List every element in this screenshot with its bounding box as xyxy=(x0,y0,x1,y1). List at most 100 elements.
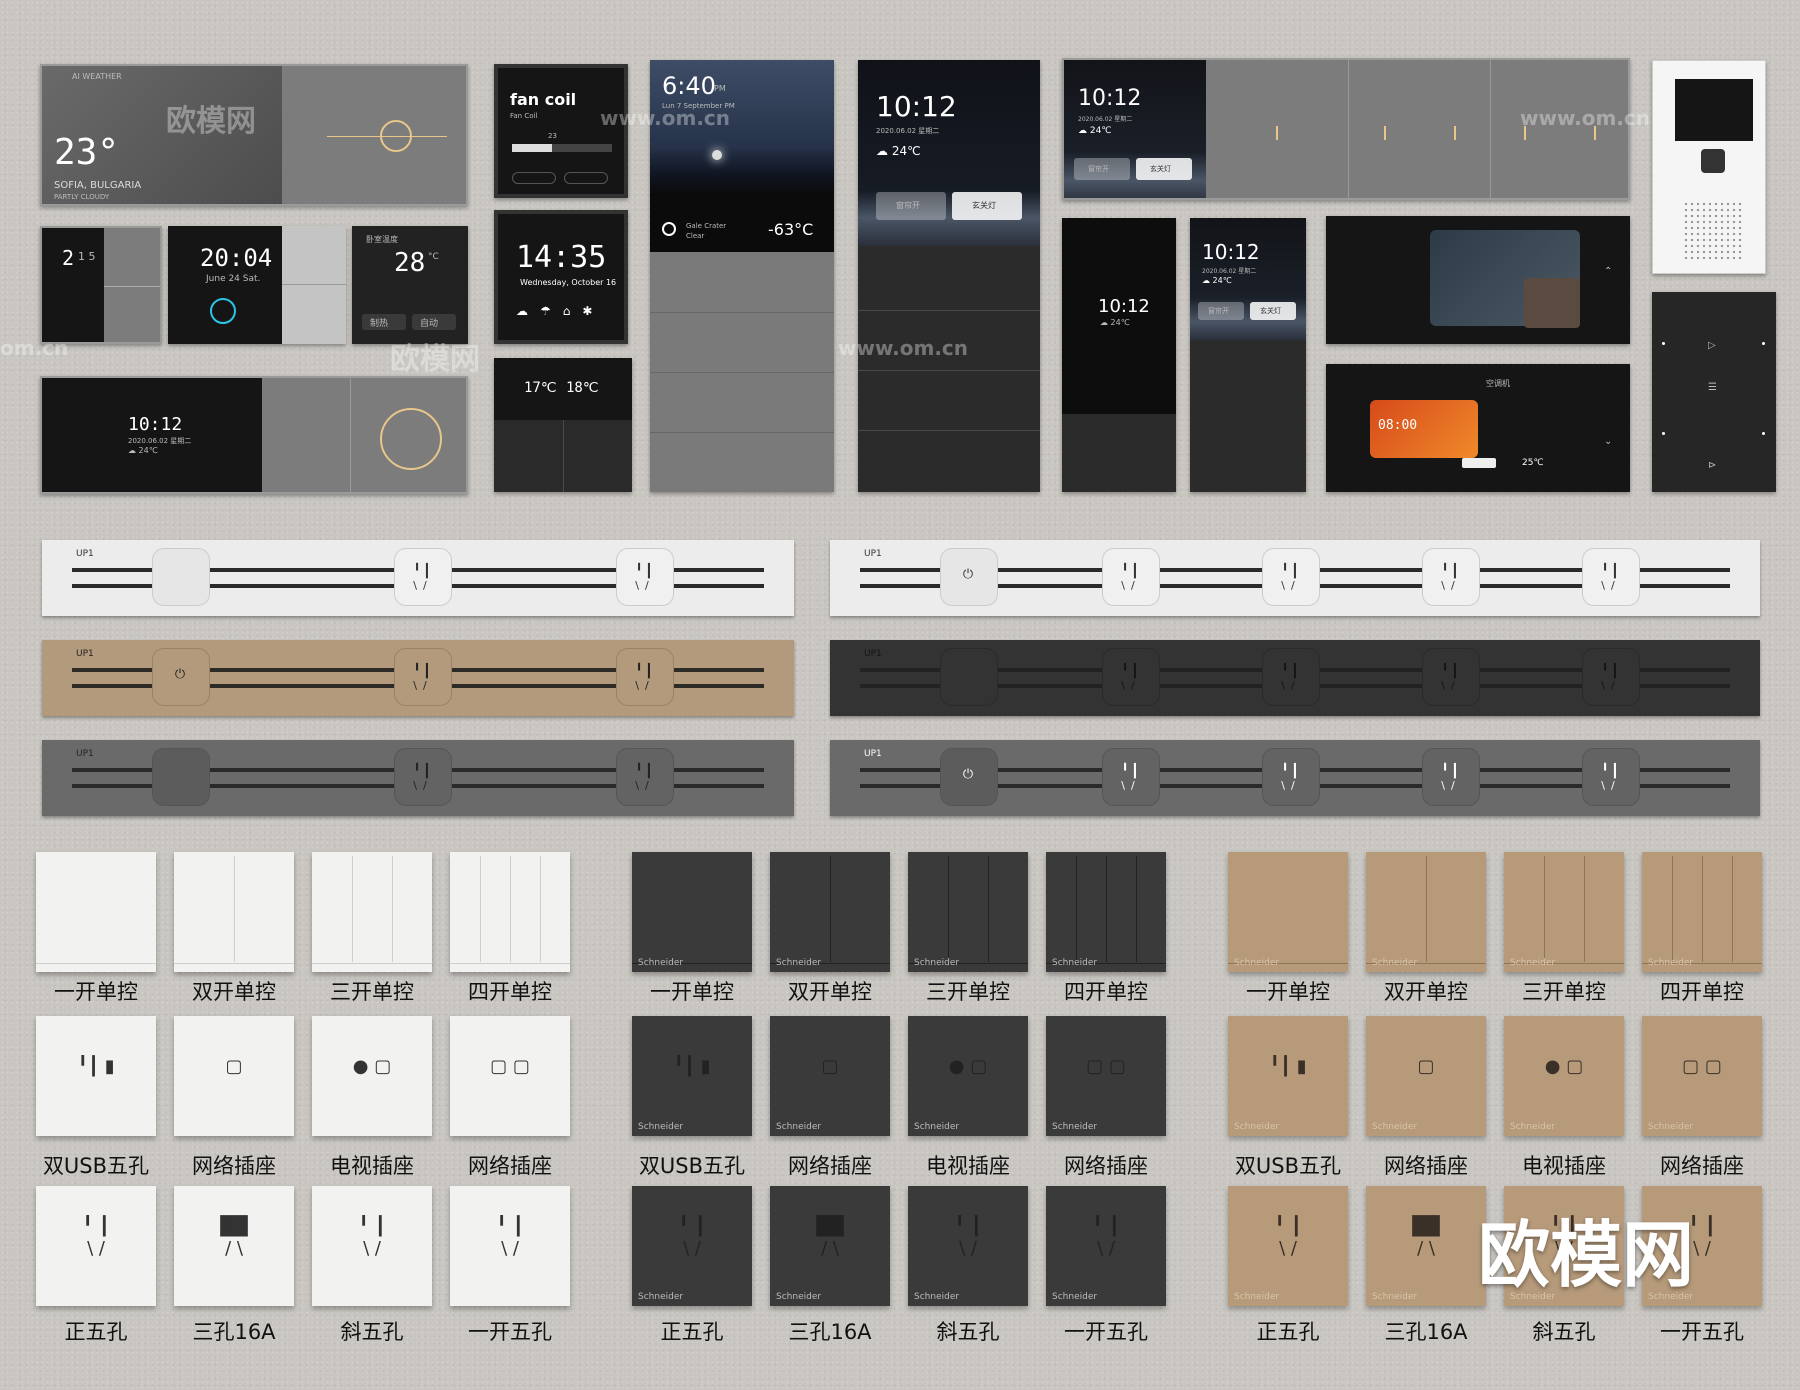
track-socket[interactable]: ╹┃ \/ xyxy=(1262,648,1320,706)
tall-clock-screen: 10:12 2020.06.02 星期二 ☁ 24℃ 窗帘开 玄关灯 xyxy=(858,60,1040,246)
rocker-switch-3-gang[interactable] xyxy=(312,852,432,972)
track-socket[interactable]: ╹┃ \/ xyxy=(1582,548,1640,606)
power-outlet-panel[interactable]: ▐█▌ / \ xyxy=(174,1186,294,1306)
mid-clock-btn2[interactable]: 玄关灯 xyxy=(1250,302,1296,320)
voice-icon[interactable] xyxy=(210,298,236,324)
tall-clock-btn2[interactable]: 玄关灯 xyxy=(952,192,1022,220)
night-screen: 6:40 PM Lun 7 September PM Gale Crater C… xyxy=(650,60,834,252)
network-port-icon: ▢ ▢ xyxy=(1682,1056,1722,1077)
wall-socket-panel[interactable]: ▢ Schneider xyxy=(1366,1016,1486,1136)
track-socket[interactable]: ╹┃ \/ xyxy=(1422,648,1480,706)
wall-socket-panel[interactable]: ▢ xyxy=(174,1016,294,1136)
product-label: 三孔16A xyxy=(788,1320,872,1344)
product-label: 斜五孔 xyxy=(340,1320,404,1344)
fancoil-slider[interactable] xyxy=(512,144,612,152)
track-switch-button[interactable] xyxy=(152,548,210,606)
gold-dial-small[interactable] xyxy=(380,120,412,152)
power-outlet-panel[interactable]: ▐█▌ / \ Schneider xyxy=(1366,1186,1486,1306)
track-socket[interactable]: ╹┃ \/ xyxy=(394,548,452,606)
track-socket[interactable]: ╹┃ \/ xyxy=(1262,548,1320,606)
tall-clock-btn1[interactable]: 窗帘开 xyxy=(876,192,946,220)
wall-socket-panel[interactable]: ● ▢ Schneider xyxy=(1504,1016,1624,1136)
smart-panel-upper: ⌃ xyxy=(1326,216,1630,344)
network-port-icon: ▢ xyxy=(1417,1056,1435,1077)
wall-socket-panel[interactable]: ▢ Schneider xyxy=(770,1016,890,1136)
track-switch-button[interactable]: ⏻ xyxy=(152,648,210,706)
rocker-switch-3-gang[interactable]: Schneider xyxy=(1504,852,1624,972)
rocker-switch-2-gang[interactable] xyxy=(174,852,294,972)
track-socket[interactable]: ╹┃ \/ xyxy=(1422,548,1480,606)
wide-right-btn1[interactable]: 窗帘开 xyxy=(1074,158,1130,180)
track-socket[interactable]: ╹┃ \/ xyxy=(1262,748,1320,806)
temp-dual-t2: 18℃ xyxy=(566,380,599,396)
rocker-switch-1-gang[interactable] xyxy=(36,852,156,972)
panel-c-btn1[interactable]: 制热 xyxy=(362,314,406,330)
fancoil-btn1[interactable] xyxy=(512,172,556,184)
rocker-switch-4-gang[interactable]: Schneider xyxy=(1046,852,1166,972)
fancoil-btn2[interactable] xyxy=(564,172,608,184)
socket-holes: ╹┃ xyxy=(1281,564,1301,579)
tall-clock-time: 10:12 xyxy=(876,90,957,123)
track-socket[interactable]: ╹┃ \/ xyxy=(1422,748,1480,806)
track-socket[interactable]: ╹┃ \/ xyxy=(1582,748,1640,806)
gold-dial[interactable] xyxy=(380,408,442,470)
rocker-switch-2-gang[interactable]: Schneider xyxy=(1366,852,1486,972)
night-date: Lun 7 September PM xyxy=(662,102,735,110)
wall-socket-panel[interactable]: ╹┃ ▮ xyxy=(36,1016,156,1136)
track-socket[interactable]: ╹┃ \/ xyxy=(394,648,452,706)
ac-slider[interactable] xyxy=(1462,458,1496,468)
track-switch-button[interactable] xyxy=(940,648,998,706)
rocker-switch-1-gang[interactable]: Schneider xyxy=(1228,852,1348,972)
mid-clock-btn1[interactable]: 窗帘开 xyxy=(1198,302,1244,320)
panel-c-btn2[interactable]: 自动 xyxy=(412,314,456,330)
power-outlet-panel[interactable]: ╹ ┃ \ / xyxy=(312,1186,432,1306)
track-switch-button[interactable]: ⏻ xyxy=(940,548,998,606)
dash-chevron-up-icon[interactable]: ⌃ xyxy=(1604,266,1612,277)
power-outlet-panel[interactable]: ╹ ┃ \ / xyxy=(450,1186,570,1306)
rocker-switch-1-gang[interactable]: Schneider xyxy=(632,852,752,972)
play-icon[interactable]: ▷ xyxy=(1708,340,1716,351)
wall-socket-panel[interactable]: ▢ ▢ Schneider xyxy=(1642,1016,1762,1136)
next-icon[interactable]: ⊳ xyxy=(1708,460,1716,471)
wall-socket-panel[interactable]: ╹┃ ▮ Schneider xyxy=(632,1016,752,1136)
wide-right-btn2[interactable]: 玄关灯 xyxy=(1136,158,1192,180)
wall-socket-panel[interactable]: ● ▢ xyxy=(312,1016,432,1136)
dash-chevron-down-icon[interactable]: ⌄ xyxy=(1604,436,1612,447)
power-outlet-panel[interactable]: ▐█▌ / \ Schneider xyxy=(770,1186,890,1306)
wide-right-weather: ☁ 24℃ xyxy=(1078,126,1112,136)
power-outlet-panel[interactable]: ╹ ┃ \ / Schneider xyxy=(1046,1186,1166,1306)
wall-socket-panel[interactable]: ╹┃ ▮ Schneider xyxy=(1228,1016,1348,1136)
power-outlet-panel[interactable]: ╹ ┃ \ / xyxy=(36,1186,156,1306)
socket-track-strip: UP1 ╹┃ \/╹┃ \/ xyxy=(42,540,794,616)
intercom-screen xyxy=(1675,79,1753,141)
menu-icon[interactable]: ☰ xyxy=(1708,382,1717,393)
power-outlet-panel[interactable]: ╹ ┃ \ / Schneider xyxy=(1228,1186,1348,1306)
rocker-switch-4-gang[interactable]: Schneider xyxy=(1642,852,1762,972)
track-socket[interactable]: ╹┃ \/ xyxy=(616,748,674,806)
wall-socket-panel[interactable]: ● ▢ Schneider xyxy=(908,1016,1028,1136)
intercom-button[interactable] xyxy=(1701,149,1725,173)
wide-clock-panel: 10:12 2020.06.02 星期二 ☁ 24℃ xyxy=(40,376,468,494)
wall-socket-panel[interactable]: ▢ ▢ xyxy=(450,1016,570,1136)
track-socket[interactable]: ╹┃ \/ xyxy=(1102,748,1160,806)
track-switch-button[interactable]: ⏻ xyxy=(940,748,998,806)
socket-holes: \/ xyxy=(1281,579,1301,592)
search-icon[interactable] xyxy=(662,222,676,236)
track-switch-button[interactable] xyxy=(152,748,210,806)
track-socket[interactable]: ╹┃ \/ xyxy=(1102,648,1160,706)
power-outlet-panel[interactable]: ╹ ┃ \ / Schneider xyxy=(908,1186,1028,1306)
track-socket[interactable]: ╹┃ \/ xyxy=(616,648,674,706)
track-socket[interactable]: ╹┃ \/ xyxy=(394,748,452,806)
track-socket[interactable]: ╹┃ \/ xyxy=(616,548,674,606)
rocker-switch-4-gang[interactable] xyxy=(450,852,570,972)
wall-socket-panel[interactable]: ▢ ▢ Schneider xyxy=(1046,1016,1166,1136)
power-outlet-panel[interactable]: ╹ ┃ \ / Schneider xyxy=(632,1186,752,1306)
rocker-switch-2-gang[interactable]: Schneider xyxy=(770,852,890,972)
brand-mark: Schneider xyxy=(1648,958,1694,968)
socket-holes: \/ xyxy=(1281,679,1301,692)
rocker-switch-3-gang[interactable]: Schneider xyxy=(908,852,1028,972)
16a-outlet-icon: ▐█▌ / \ xyxy=(213,1216,255,1259)
product-label: 网络插座 xyxy=(1384,1154,1468,1178)
track-socket[interactable]: ╹┃ \/ xyxy=(1582,648,1640,706)
track-socket[interactable]: ╹┃ \/ xyxy=(1102,548,1160,606)
